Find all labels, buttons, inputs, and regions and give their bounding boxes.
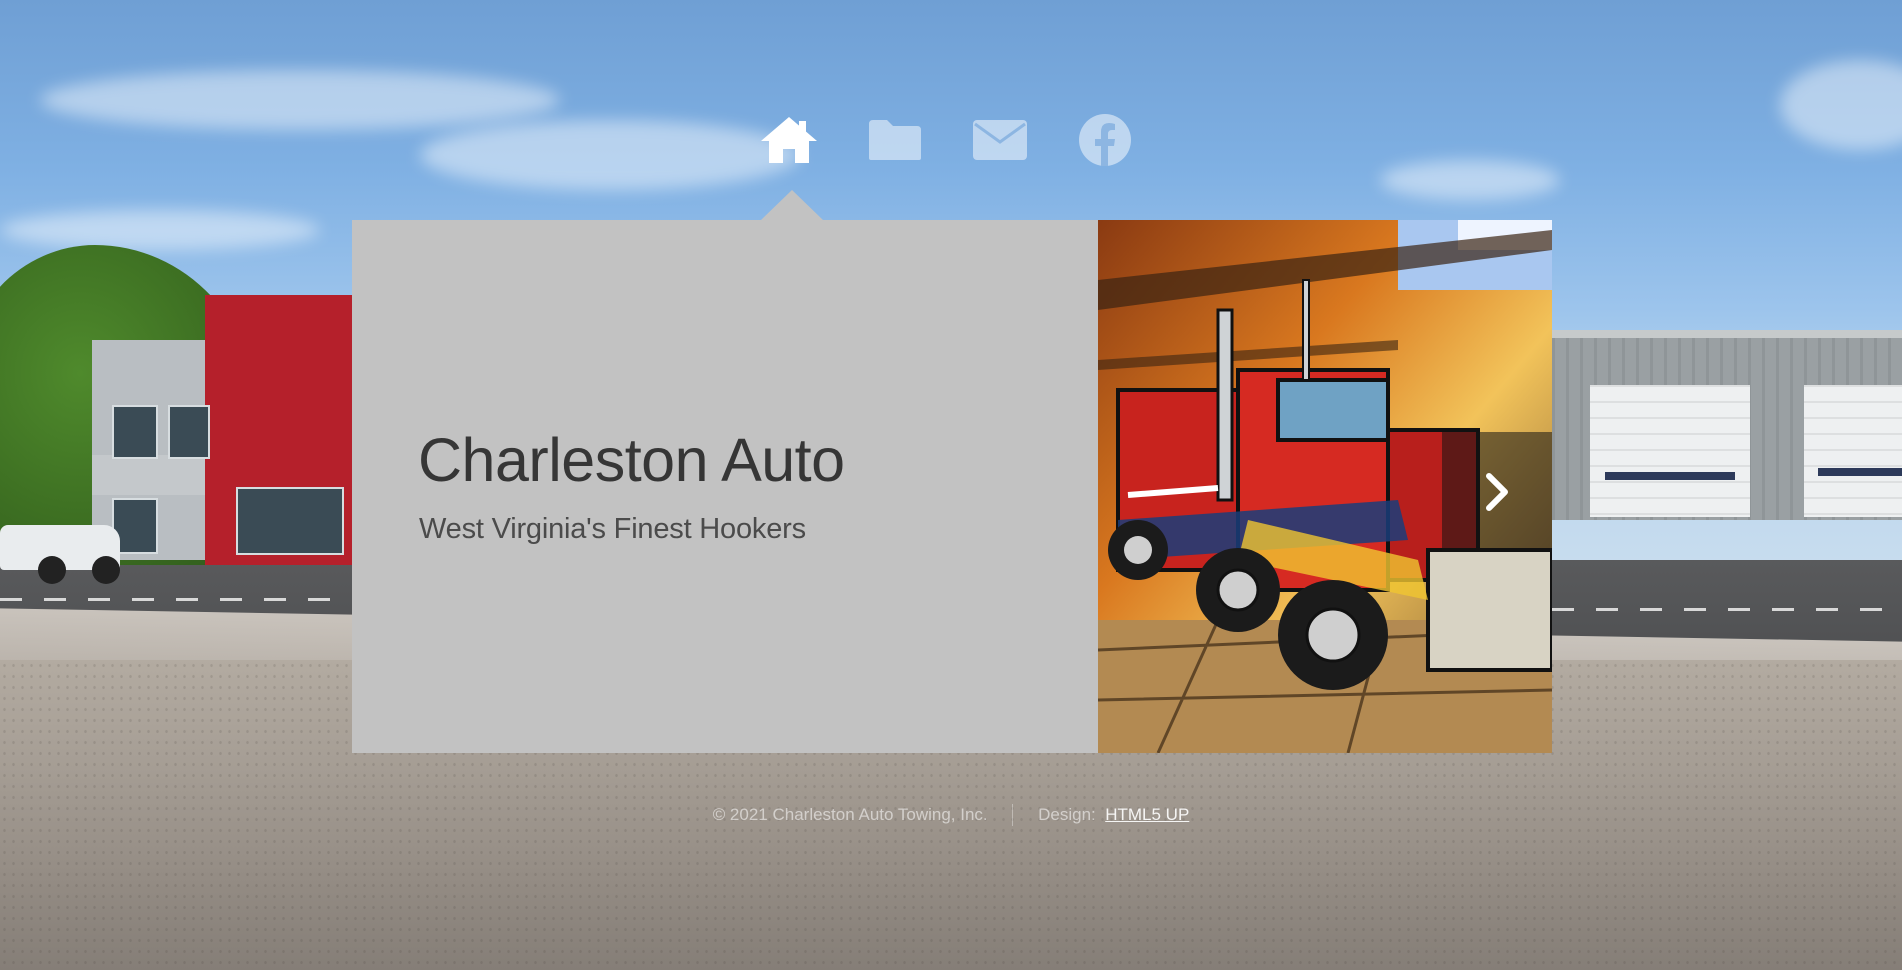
nav-portfolio[interactable] [863, 112, 927, 168]
garage-door-band [1605, 472, 1735, 480]
nav-facebook[interactable] [1073, 112, 1137, 168]
wheel [38, 556, 66, 584]
building-window [236, 487, 344, 555]
home-icon [761, 117, 817, 163]
nav-contact[interactable] [968, 112, 1032, 168]
cloud [420, 120, 800, 190]
design-credit-link[interactable]: HTML5 UP [1105, 805, 1189, 824]
chevron-right-icon [1486, 473, 1508, 511]
next-slide-button[interactable] [1442, 432, 1552, 552]
hero-panel: Charleston Auto West Virginia's Finest H… [352, 220, 1552, 753]
facebook-icon [1079, 114, 1131, 166]
footer-divider [1012, 804, 1014, 826]
design-label: Design: [1038, 805, 1096, 824]
tow-truck-artwork [1098, 220, 1552, 753]
road-marking [0, 598, 350, 601]
cloud [40, 70, 560, 130]
folder-icon [869, 120, 921, 160]
garage-door [1804, 385, 1902, 517]
copyright-text: © 2021 Charleston Auto Towing, Inc. [712, 805, 988, 824]
garage-door-band [1818, 468, 1902, 476]
building-window [112, 405, 158, 459]
road-marking [1552, 608, 1902, 611]
intro-box: Charleston Auto West Virginia's Finest H… [352, 220, 1098, 753]
cloud [1380, 160, 1560, 200]
page-title: Charleston Auto [418, 426, 845, 494]
garage-door [1590, 385, 1750, 517]
envelope-icon [973, 120, 1027, 160]
cloud [0, 210, 320, 250]
footer: © 2021 Charleston Auto Towing, Inc. Desi… [0, 804, 1902, 826]
tagline: West Virginia's Finest Hookers [419, 513, 806, 545]
nav-home[interactable] [757, 112, 821, 168]
wheel [92, 556, 120, 584]
active-nav-pointer [761, 190, 823, 220]
building-window [168, 405, 210, 459]
